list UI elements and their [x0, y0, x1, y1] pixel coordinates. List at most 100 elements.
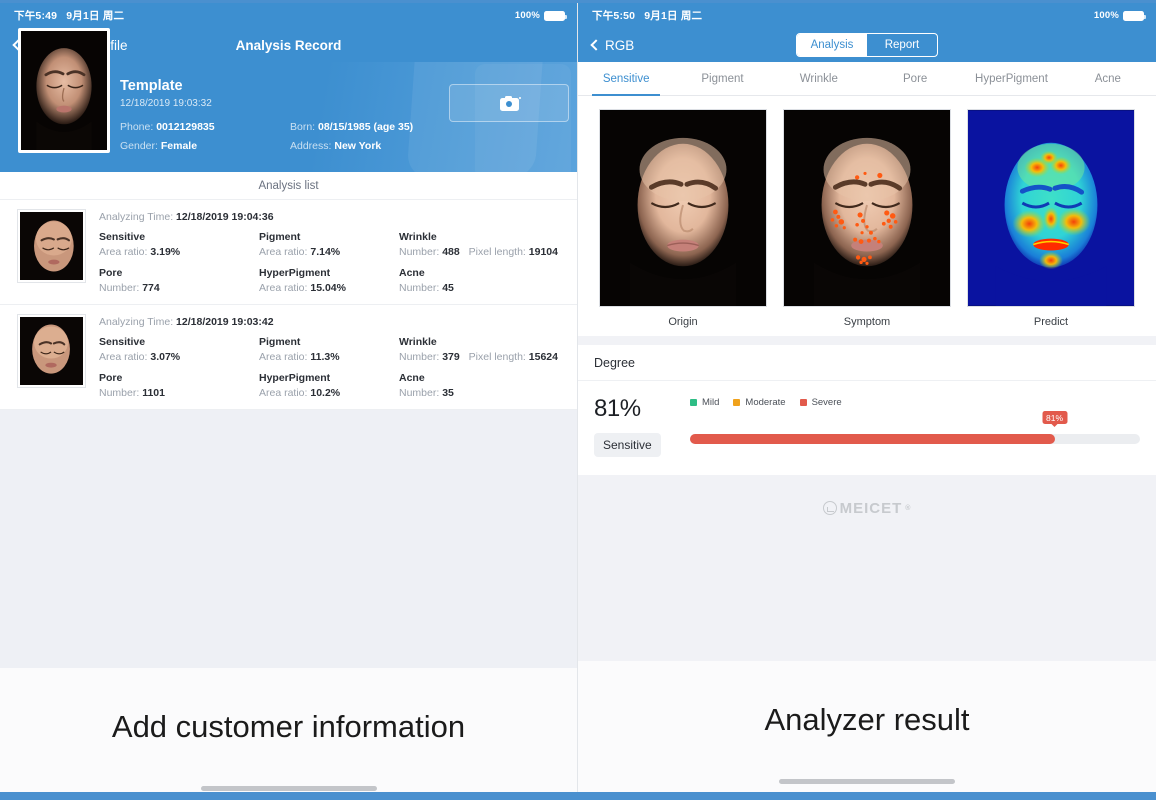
- metric-label-2: Pixel length:: [468, 246, 526, 258]
- metric-name: Pore: [99, 372, 123, 384]
- metric-value: 3.07%: [150, 351, 181, 363]
- device-frame: 下午5:49 9月1日 周二 100% Customer Profile Ana…: [0, 0, 1156, 800]
- degree-chart: Mild Moderate Severe 81%: [690, 393, 1140, 457]
- phone-label: Phone:: [120, 121, 154, 133]
- metric-hyperpigment: HyperPigment Area ratio: 10.2%: [259, 372, 399, 399]
- symptom-image[interactable]: [783, 109, 951, 307]
- metric-sensitive: Sensitive Area ratio: 3.07%: [99, 336, 259, 363]
- camera-icon: [499, 95, 521, 111]
- analysis-list-header: Analysis list: [0, 172, 577, 200]
- degree-section-title: Degree: [578, 345, 1156, 381]
- metric-label: Number:: [399, 282, 440, 294]
- metric-wrinkle: Wrinkle Number: 379 Pixel length: 15624: [399, 336, 565, 363]
- degree-section: 81% Sensitive Mild Moderate Severe 81%: [578, 381, 1156, 475]
- tab-label: Pigment: [701, 72, 744, 85]
- metric-name: HyperPigment: [259, 267, 331, 279]
- record-thumbnail[interactable]: [18, 315, 85, 387]
- left-home-indicator-wrap: [0, 786, 577, 792]
- metric-label: Number:: [99, 282, 140, 294]
- tab-pigment[interactable]: Pigment: [674, 62, 770, 95]
- customer-avatar[interactable]: [18, 28, 110, 153]
- legend-swatch-severe: [799, 399, 807, 406]
- left-empty-area: [0, 410, 577, 668]
- metric-value: 35: [442, 387, 454, 399]
- metric-value: 379: [442, 351, 460, 363]
- tab-label: Pore: [903, 72, 928, 85]
- home-indicator[interactable]: [200, 786, 377, 791]
- tab-report[interactable]: Report: [867, 34, 937, 56]
- metric-label: Area ratio:: [259, 387, 308, 399]
- degree-progress-wrap: 81%: [690, 411, 1140, 444]
- image-column-symptom: Symptom: [783, 109, 951, 328]
- metric-value: 15.04%: [310, 282, 346, 294]
- address-value: New York: [334, 140, 382, 152]
- degree-percent: 81%: [594, 395, 641, 422]
- status-date: 9月1日 周二: [644, 10, 703, 22]
- analysis-tab-bar: Sensitive Pigment Wrinkle Pore HyperPigm…: [578, 62, 1156, 96]
- right-navigation-bar: RGB Analysis Report: [578, 28, 1156, 62]
- right-status-bar: 下午5:50 9月1日 周二 100%: [578, 3, 1156, 28]
- customer-record-datetime: 12/18/2019 19:03:32: [120, 98, 212, 109]
- gender-value: Female: [160, 140, 198, 152]
- watermark-registered: ®: [905, 504, 912, 512]
- degree-progress-flag: 81%: [1041, 411, 1068, 427]
- severity-legend: Mild Moderate Severe: [690, 397, 1140, 408]
- metric-label-2: Pixel length:: [468, 351, 526, 363]
- origin-image-caption: Origin: [668, 316, 698, 328]
- tab-analysis[interactable]: Analysis: [797, 34, 867, 56]
- metric-name: Pigment: [259, 231, 301, 243]
- table-row[interactable]: Analyzing Time: 12/18/2019 19:03:42 Sens…: [0, 305, 577, 410]
- left-screen-customer-profile: 下午5:49 9月1日 周二 100% Customer Profile Ana…: [0, 3, 578, 792]
- tab-wrinkle[interactable]: Wrinkle: [771, 62, 867, 95]
- legend-item-mild: Mild: [690, 397, 719, 408]
- symptom-image-caption: Symptom: [843, 316, 891, 328]
- status-time: 下午5:50: [592, 10, 636, 22]
- left-caption: Add customer information: [0, 668, 577, 786]
- metric-value: 45: [442, 282, 454, 294]
- record-face-image: [20, 212, 83, 280]
- segmented-control-wrap: Analysis Report: [578, 28, 1156, 62]
- metric-value: 11.3%: [310, 351, 340, 363]
- metric-name: Acne: [399, 372, 425, 384]
- degree-progress-fill: [690, 434, 1055, 444]
- image-column-origin: Origin: [599, 109, 767, 328]
- metric-value: 3.19%: [150, 246, 181, 258]
- customer-detail-grid: Phone: 0012129835 Born: 08/15/1985 (age …: [120, 121, 413, 152]
- metric-label: Area ratio:: [259, 246, 308, 258]
- take-photo-button[interactable]: [449, 84, 569, 122]
- metric-value-2: 15624: [528, 351, 558, 363]
- home-indicator[interactable]: [779, 779, 955, 784]
- born-label: Born:: [290, 121, 316, 133]
- predict-image-caption: Predict: [1033, 316, 1069, 328]
- metric-pigment: Pigment Area ratio: 11.3%: [259, 336, 399, 363]
- right-content: Sensitive Pigment Wrinkle Pore HyperPigm…: [578, 62, 1156, 661]
- tab-label: Sensitive: [602, 72, 650, 85]
- record-metrics-grid: Sensitive Area ratio: 3.07% Pigment Area…: [99, 336, 565, 399]
- dual-screenshot-container: 下午5:49 9月1日 周二 100% Customer Profile Ana…: [0, 3, 1156, 792]
- right-empty-area: [578, 541, 1156, 661]
- legend-item-severe: Severe: [799, 397, 842, 408]
- customer-gender-row: Gender: Female: [120, 140, 290, 152]
- status-time: 下午5:49: [14, 10, 58, 22]
- metric-value: 7.14%: [310, 246, 341, 258]
- record-thumbnail[interactable]: [18, 210, 85, 282]
- record-face-image: [20, 317, 83, 385]
- degree-metric-chip[interactable]: Sensitive: [594, 433, 661, 457]
- analyzing-time-value: 12/18/2019 19:04:36: [176, 211, 274, 223]
- predict-heatmap-image[interactable]: [967, 109, 1135, 307]
- metric-acne: Acne Number: 45: [399, 267, 565, 294]
- metric-value: 774: [142, 282, 160, 294]
- metric-label: Number:: [399, 387, 440, 399]
- tab-hyperpigment[interactable]: HyperPigment: [963, 62, 1059, 95]
- tab-sensitive[interactable]: Sensitive: [578, 62, 674, 96]
- avatar-face-image: [21, 31, 107, 150]
- metric-name: Wrinkle: [399, 336, 437, 348]
- tab-acne[interactable]: Acne: [1060, 62, 1156, 95]
- metric-acne: Acne Number: 35: [399, 372, 565, 399]
- analyzing-time-value: 12/18/2019 19:03:42: [176, 316, 274, 328]
- customer-born-row: Born: 08/15/1985 (age 35): [290, 121, 413, 133]
- table-row[interactable]: Analyzing Time: 12/18/2019 19:04:36 Sens…: [0, 200, 577, 305]
- metric-wrinkle: Wrinkle Number: 488 Pixel length: 19104: [399, 231, 565, 258]
- tab-pore[interactable]: Pore: [867, 62, 963, 95]
- origin-image[interactable]: [599, 109, 767, 307]
